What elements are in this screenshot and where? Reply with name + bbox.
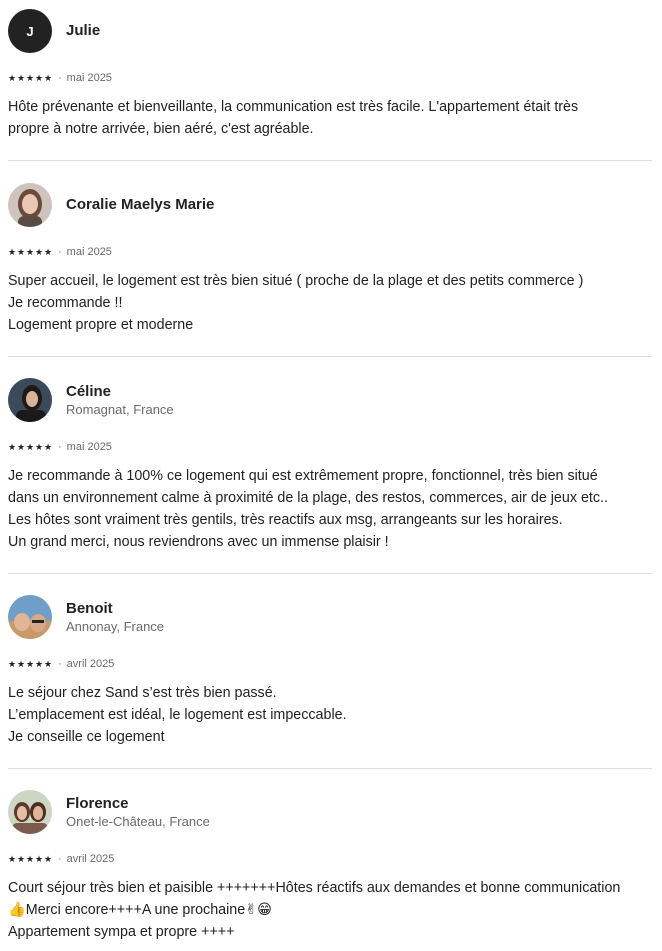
review-text: Le séjour chez Sand s’est très bien pass…: [8, 685, 347, 745]
review-card: Coralie Maelys Marie ★ ★ ★ ★ ★ · mai 2025 Su…: [8, 183, 652, 336]
reviewer-name: Coralie Maelys Marie: [66, 196, 215, 213]
divider: [8, 768, 652, 769]
star-icon: ★: [26, 441, 35, 452]
star-icon: ★: [8, 658, 17, 669]
avatar-photo: [8, 378, 52, 422]
star-icon: ★: [8, 441, 17, 452]
reviewer-name: Benoit: [66, 599, 113, 617]
review-header: Céline Romagnat, France: [8, 378, 652, 422]
star-icon: ★: [44, 72, 53, 83]
avatar[interactable]: J: [8, 9, 52, 53]
star-icon: ★: [44, 853, 53, 864]
star-icon: ★: [44, 658, 53, 669]
star-rating: ★ ★ ★ ★ ★: [8, 72, 53, 83]
reviewer-info: Céline Romagnat, France: [66, 383, 174, 418]
divider: [8, 356, 652, 357]
review-meta: ★ ★ ★ ★ ★ · avril 2025: [8, 852, 652, 866]
star-icon: ★: [26, 72, 35, 83]
star-icon: ★: [44, 246, 53, 257]
avatar-photo: [8, 183, 52, 227]
review-card: Céline Romagnat, France ★ ★ ★ ★ ★ · mai 2025…: [8, 378, 652, 553]
separator-dot: ·: [58, 72, 62, 84]
review-meta: ★ ★ ★ ★ ★ · mai 2025: [8, 440, 652, 454]
divider: [8, 160, 652, 161]
review-text: Hôte prévenante et bienveillante, la com…: [8, 99, 579, 137]
star-rating: ★ ★ ★ ★ ★: [8, 246, 53, 257]
star-icon: ★: [35, 853, 44, 864]
reviewer-name: Florence: [66, 794, 129, 812]
reviewer-name: Céline: [66, 382, 112, 400]
review-card: Florence Onet-le-Château, France ★ ★ ★ ★ ★ ·…: [8, 790, 652, 943]
review-date: mai 2025: [66, 441, 112, 453]
star-icon: ★: [17, 441, 26, 452]
avatar[interactable]: [8, 595, 52, 639]
separator-dot: ·: [58, 246, 62, 258]
review-meta: ★ ★ ★ ★ ★ · mai 2025: [8, 245, 652, 259]
divider: [8, 573, 652, 574]
review-card: Benoit Annonay, France ★ ★ ★ ★ ★ · avril 202…: [8, 595, 652, 748]
review-meta: ★ ★ ★ ★ ★ · avril 2025: [8, 657, 652, 671]
review-date: mai 2025: [66, 246, 112, 258]
avatar-photo: [8, 790, 52, 834]
review-text: Court séjour très bien et paisible +++++…: [8, 880, 621, 940]
avatar[interactable]: [8, 790, 52, 834]
reviewer-info: Julie: [66, 22, 100, 40]
reviewer-location: Onet-le-Château, France: [66, 813, 210, 829]
star-rating: ★ ★ ★ ★ ★: [8, 658, 53, 669]
star-icon: ★: [26, 658, 35, 669]
star-icon: ★: [35, 246, 44, 257]
review-meta: ★ ★ ★ ★ ★ · mai 2025: [8, 71, 652, 85]
star-icon: ★: [35, 658, 44, 669]
star-icon: ★: [35, 72, 44, 83]
star-icon: ★: [26, 853, 35, 864]
review-text: Super accueil, le logement est très bien…: [8, 273, 584, 333]
review-header: Florence Onet-le-Château, France: [8, 790, 652, 834]
review-date: avril 2025: [66, 853, 115, 865]
reviewer-name: Julie: [66, 22, 101, 39]
review-header: Coralie Maelys Marie: [8, 183, 652, 227]
review-header: J Julie: [8, 9, 652, 53]
reviewer-location: Annonay, France: [66, 618, 165, 634]
review-header: Benoit Annonay, France: [8, 595, 652, 639]
star-icon: ★: [8, 246, 17, 257]
star-icon: ★: [8, 72, 17, 83]
separator-dot: ·: [58, 441, 62, 453]
star-icon: ★: [35, 441, 44, 452]
star-icon: ★: [44, 441, 53, 452]
star-rating: ★ ★ ★ ★ ★: [8, 853, 53, 864]
avatar-photo: [8, 595, 52, 639]
star-icon: ★: [17, 72, 26, 83]
review-text: Je recommande à 100% ce logement qui est…: [8, 468, 608, 550]
star-icon: ★: [8, 853, 17, 864]
reviewer-location: Romagnat, France: [66, 401, 174, 417]
avatar[interactable]: [8, 183, 52, 227]
separator-dot: ·: [58, 658, 62, 670]
reviewer-info: Coralie Maelys Marie: [66, 196, 214, 214]
review-date: avril 2025: [66, 658, 115, 670]
avatar-initial: J: [26, 23, 34, 39]
reviewer-info: Benoit Annonay, France: [66, 600, 164, 635]
star-icon: ★: [26, 246, 35, 257]
reviewer-info: Florence Onet-le-Château, France: [66, 795, 210, 830]
star-icon: ★: [17, 658, 26, 669]
star-icon: ★: [17, 246, 26, 257]
review-card: J Julie ★ ★ ★ ★ ★ · mai 2025 Hôte prévenante…: [8, 9, 652, 140]
star-rating: ★ ★ ★ ★ ★: [8, 441, 53, 452]
avatar[interactable]: [8, 378, 52, 422]
star-icon: ★: [17, 853, 26, 864]
separator-dot: ·: [58, 853, 62, 865]
review-date: mai 2025: [66, 72, 112, 84]
